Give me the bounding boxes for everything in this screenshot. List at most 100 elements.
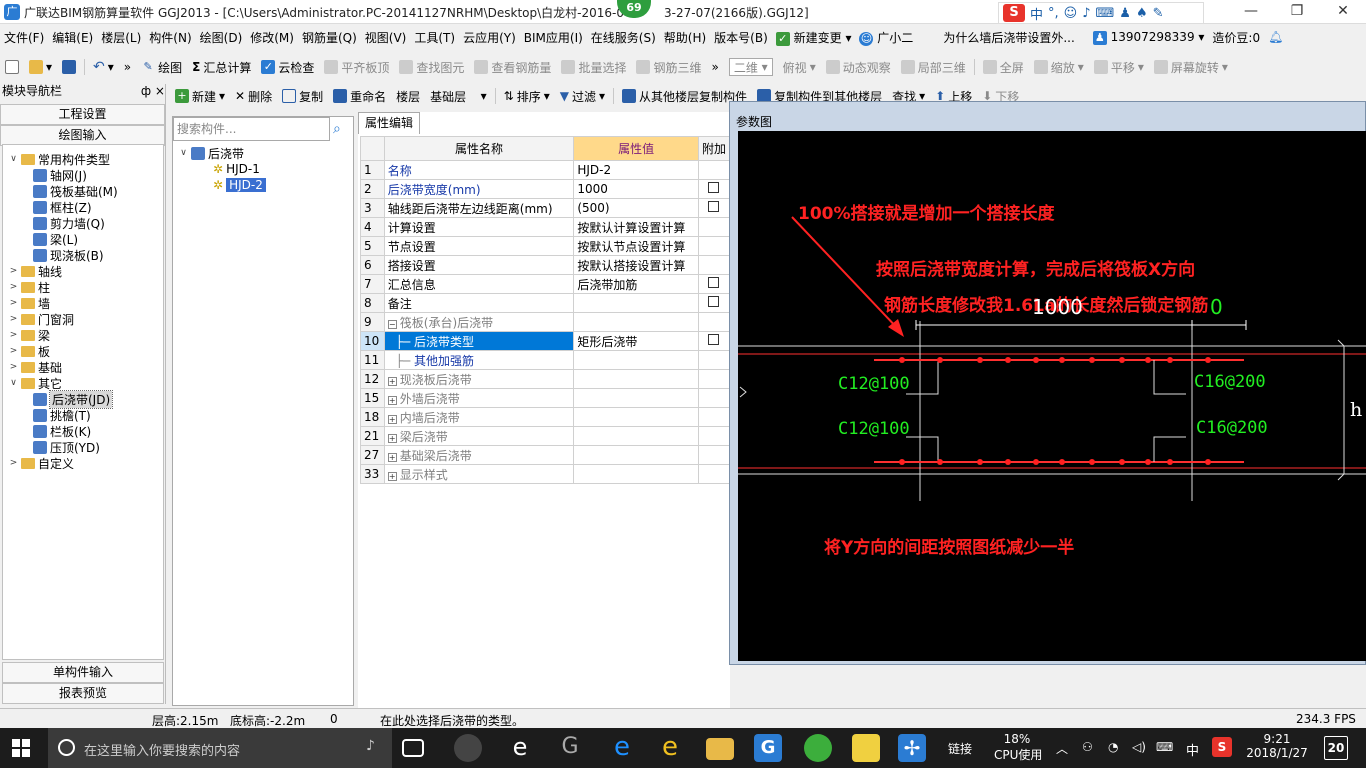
property-value[interactable] [573,350,699,370]
cloud-check-button[interactable]: ✓ 云检查 [256,59,319,76]
top-view-button[interactable]: 俯视 ▾ [778,59,821,76]
clock[interactable]: 9:21 2018/1/27 [1246,732,1308,760]
chevron-right-icon[interactable]: > [9,282,18,292]
property-row[interactable]: 6 搭接设置 按默认搭接设置计算 [360,255,731,275]
property-value[interactable]: 按默认计算设置计算 [573,217,699,237]
glodon-steel-icon[interactable]: ✢ [898,734,926,762]
single-component-button[interactable]: 单构件输入 [2,662,164,683]
menu-tools[interactable]: 工具(T) [410,29,459,46]
pan-button[interactable]: 平移 ▾ [1089,59,1149,76]
cpu-meter[interactable]: 18% CPU使用 [994,732,1042,763]
attach-checkbox[interactable] [708,296,720,307]
fan-app-icon[interactable] [454,734,482,762]
tree-node-7[interactable]: > 轴线 [9,263,62,279]
floor-select[interactable]: 基础层 ▾ [425,88,491,105]
property-row[interactable]: 7 汇总信息 后浇带加筋 [360,274,731,294]
keyboard-icon[interactable]: ⌨ [1156,740,1173,754]
expand-icon[interactable]: + [387,414,397,424]
tab-property-edit[interactable]: 属性编辑 [358,112,420,134]
property-value[interactable]: 按默认节点设置计算 [573,236,699,256]
browser-g-icon[interactable]: G [556,734,584,762]
property-value[interactable] [573,293,699,313]
menu-modify[interactable]: 修改(M) [246,29,298,46]
property-value[interactable]: 1000 [573,179,699,199]
menu-version[interactable]: 版本号(B) [710,29,772,46]
undo-icon[interactable]: ↶ ▾ [88,59,119,75]
ime-toolbar[interactable]: S 中 °, ☺ ♪ ⌨ ♟ ♠ ✎ [998,2,1204,24]
property-value[interactable] [573,369,699,389]
property-value[interactable] [573,464,699,484]
emoji-icon[interactable]: ☺ [1064,6,1078,21]
draw-input-button[interactable]: 绘图输入 [0,125,165,146]
property-row[interactable]: 3 轴线距后浇带左边线距离(mm) (500) [360,198,731,218]
zoom-button[interactable]: 缩放 ▾ [1029,59,1089,76]
link-label[interactable]: 链接 [948,740,972,757]
component-search-input[interactable]: 搜索构件... [173,117,330,141]
chevron-down-icon[interactable]: ∨ [9,378,18,388]
property-name[interactable]: 计算设置 [383,217,575,237]
fullscreen-button[interactable]: 全屏 [978,59,1029,76]
menu-floor[interactable]: 楼层(L) [97,29,145,46]
tree-node-19[interactable]: > 自定义 [9,455,74,471]
property-name[interactable]: 名称 [383,160,575,180]
people-icon[interactable]: ⚇ [1082,740,1093,754]
toolbar-overflow-2[interactable]: » [706,60,723,74]
property-row[interactable]: 11 ├─ 其他加强筋 [360,350,731,370]
chevron-right-icon[interactable]: > [9,314,18,324]
property-name[interactable]: + 梁后浇带 [383,426,575,446]
tree-node-13[interactable]: > 基础 [9,359,62,375]
property-row[interactable]: 15 + 外墙后浇带 [360,388,731,408]
property-name[interactable]: 后浇带宽度(mm) [383,179,575,199]
tree-node-12[interactable]: > 板 [9,343,50,359]
property-row[interactable]: 21 + 梁后浇带 [360,426,731,446]
local-3d-button[interactable]: 局部三维 [896,59,971,76]
property-row[interactable]: 33 + 显示样式 [360,464,731,484]
taskbar-search-input[interactable]: 在这里输入你要搜索的内容 [84,740,240,759]
tree-node-17[interactable]: 栏板(K) [33,423,91,439]
property-name[interactable]: + 外墙后浇带 [383,388,575,408]
property-value[interactable]: 矩形后浇带 [573,331,699,351]
attach-checkbox[interactable] [708,201,720,212]
attach-checkbox[interactable] [708,277,720,288]
component-item-hjd-2[interactable]: ✲ HJD-2 [213,177,266,193]
menu-cloud[interactable]: 云应用(Y) [459,29,520,46]
tree-node-2[interactable]: 筏板基础(M) [33,183,118,199]
expand-icon[interactable]: + [387,376,397,386]
price-beans[interactable]: 造价豆:0 [1208,29,1264,46]
new-component-button[interactable]: + 新建 ▾ [170,88,230,105]
dynamic-view-button[interactable]: 动态观察 [821,59,896,76]
tree-node-15[interactable]: 后浇带(JD) [33,389,114,409]
save-icon[interactable] [57,60,81,74]
notes-app-icon[interactable] [852,734,880,762]
volume-icon[interactable]: ◁) [1132,740,1146,754]
rename-button[interactable]: 重命名 [328,88,391,105]
task-view-icon[interactable] [402,739,424,757]
property-value[interactable] [573,445,699,465]
property-name[interactable]: + 内墙后浇带 [383,407,575,427]
expand-icon[interactable]: + [387,433,397,443]
find-element-button[interactable]: 查找图元 [394,59,469,76]
copy-button[interactable]: 复制 [277,88,328,105]
property-name[interactable]: + 显示样式 [383,464,575,484]
property-value[interactable]: (500) [573,198,699,218]
open-file-icon[interactable]: ▾ [24,60,57,74]
tree-node-1[interactable]: 轴网(J) [33,167,87,183]
property-name[interactable]: 搭接设置 [383,255,575,275]
chevron-right-icon[interactable]: > [9,298,18,308]
ime-lang-indicator[interactable]: 中 [1186,740,1199,759]
property-row[interactable]: 10 ├─ 后浇带类型 矩形后浇带 [360,331,731,351]
tools-icon[interactable]: ✎ [1153,6,1164,21]
chevron-right-icon[interactable]: > [9,266,18,276]
mic-icon[interactable]: ♪ [366,738,375,754]
menu-bim[interactable]: BIM应用(I) [520,29,587,46]
property-value[interactable] [573,312,699,332]
assistant-button[interactable]: ☺ 广小二 [855,29,917,46]
property-name[interactable]: ├─ 后浇带类型 [383,331,575,351]
account-button[interactable]: ♟ 13907298339 ▾ [1089,30,1209,45]
tree-node-10[interactable]: > 门窗洞 [9,311,74,327]
expand-icon[interactable]: + [387,395,397,405]
property-name[interactable]: + 现浇板后浇带 [383,369,575,389]
restore-button[interactable]: ❐ [1274,0,1320,24]
tree-node-14[interactable]: ∨ 其它 [9,375,62,391]
edge-icon[interactable]: e [608,734,636,762]
